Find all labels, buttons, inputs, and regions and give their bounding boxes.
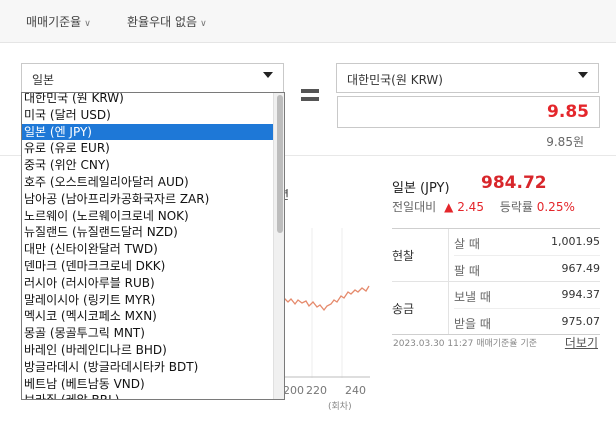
dropdown-option[interactable]: 멕시코 (멕시코페소 MXN): [22, 308, 284, 325]
table-row: 받을 때 975.07: [454, 308, 600, 335]
row-label: 받을 때: [454, 317, 491, 331]
change-rate-label: 등락률: [499, 200, 533, 214]
preferential-rate-select[interactable]: 환율우대 없음 ∨: [127, 13, 207, 30]
x-tick-label: 240: [345, 384, 366, 397]
to-currency-value: 대한민국(원 KRW): [347, 73, 443, 87]
group-label: 현찰: [392, 249, 415, 263]
dropdown-option[interactable]: 브라질 (레알 BRL): [22, 392, 284, 399]
converted-amount-value: 9.85: [547, 102, 589, 122]
dropdown-option[interactable]: 대한민국 (원 KRW): [22, 93, 284, 107]
x-axis-unit: (회차): [328, 402, 352, 412]
dropdown-option[interactable]: 노르웨이 (노르웨이크로네 NOK): [22, 208, 284, 225]
dropdown-option[interactable]: 말레이시아 (링키트 MYR): [22, 292, 284, 309]
converted-amount-field[interactable]: 9.85: [337, 96, 600, 128]
to-currency-select[interactable]: 대한민국(원 KRW): [336, 63, 599, 93]
scrollbar-thumb[interactable]: [277, 95, 283, 233]
base-rate-label: 매매기준율: [26, 15, 82, 29]
dropdown-option[interactable]: 베트남 (베트남동 VND): [22, 376, 284, 393]
up-arrow-icon: ▲: [444, 200, 454, 214]
dropdown-option[interactable]: 방글라데시 (방글라데시타카 BDT): [22, 359, 284, 376]
chevron-down-icon: ∨: [84, 19, 91, 29]
row-label: 보낼 때: [454, 290, 491, 304]
rate-change-line: 전일대비 ▲ 2.45 등락률 0.25%: [392, 198, 575, 215]
preferential-rate-label: 환율우대 없음: [127, 15, 198, 29]
dropdown-option[interactable]: 덴마크 (덴마크크로네 DKK): [22, 258, 284, 275]
base-rate-select[interactable]: 매매기준율 ∨: [26, 13, 91, 30]
select-arrow-icon: [263, 72, 273, 78]
table-row: 팔 때 967.49: [454, 255, 600, 282]
x-tick-label: 200: [283, 384, 304, 397]
currency-dropdown-list[interactable]: 대한민국 (원 KRW) 미국 (달러 USD) 일본 (엔 JPY) 유로 (유로 …: [21, 92, 285, 400]
rate-table: 현찰 살 때 1,001.95 팔 때 967.49 송금 보낼 때 994.3…: [392, 228, 600, 335]
divider: [448, 282, 449, 334]
dropdown-option[interactable]: 바레인 (바레인디나르 BHD): [22, 342, 284, 359]
dropdown-option[interactable]: 남아공 (남아프리카공화국자르 ZAR): [22, 191, 284, 208]
x-tick-label: 220: [306, 384, 327, 397]
chevron-down-icon: ∨: [200, 19, 207, 29]
chart-period-tab[interactable]: 년: [278, 186, 368, 203]
prev-day-label: 전일대비: [392, 200, 437, 214]
row-label: 팔 때: [454, 264, 480, 278]
change-rate-value: 0.25%: [536, 200, 575, 214]
rate-options-bar: 매매기준율 ∨ 환율우대 없음 ∨: [0, 0, 616, 43]
row-value: 994.37: [561, 288, 601, 301]
dropdown-option[interactable]: 미국 (달러 USD): [22, 107, 284, 124]
equals-icon: [301, 89, 319, 105]
dropdown-option[interactable]: 호주 (오스트레일리아달러 AUD): [22, 174, 284, 191]
row-value: 1,001.95: [551, 235, 600, 248]
from-currency-value: 일본: [32, 73, 55, 87]
dropdown-option[interactable]: 중국 (위안 CNY): [22, 157, 284, 174]
exchange-rate-value: 984.72: [481, 173, 547, 193]
more-link[interactable]: 더보기: [565, 334, 598, 351]
table-row: 살 때 1,001.95: [454, 229, 600, 255]
rate-line: [283, 285, 370, 312]
dropdown-option[interactable]: 일본 (엔 JPY): [22, 123, 284, 141]
dropdown-option[interactable]: 러시아 (러시아루블 RUB): [22, 275, 284, 292]
rate-timestamp: 2023.03.30 11:27 매매기준율 기준: [393, 339, 538, 349]
select-arrow-icon: [578, 72, 588, 78]
table-row: 보낼 때 994.37: [454, 282, 600, 308]
currency-name: 일본 (JPY): [392, 181, 450, 196]
cash-group: 현찰 살 때 1,001.95 팔 때 967.49: [392, 229, 600, 281]
change-value: 2.45: [457, 200, 484, 214]
dropdown-option[interactable]: 대만 (신타이완달러 TWD): [22, 241, 284, 258]
group-label: 송금: [392, 302, 415, 316]
remittance-group: 송금 보낼 때 994.37 받을 때 975.07: [392, 281, 600, 334]
divider: [448, 229, 449, 281]
dropdown-option[interactable]: 뉴질랜드 (뉴질랜드달러 NZD): [22, 224, 284, 241]
dropdown-option[interactable]: 몽골 (몽골투그릭 MNT): [22, 325, 284, 342]
row-value: 975.07: [561, 315, 601, 328]
row-label: 살 때: [454, 237, 480, 251]
scrollbar[interactable]: [273, 93, 284, 399]
row-value: 967.49: [561, 262, 601, 275]
dropdown-option[interactable]: 유로 (유로 EUR): [22, 140, 284, 157]
converted-amount-text: 9.85원: [546, 135, 584, 149]
from-currency-select[interactable]: 일본: [21, 63, 284, 93]
